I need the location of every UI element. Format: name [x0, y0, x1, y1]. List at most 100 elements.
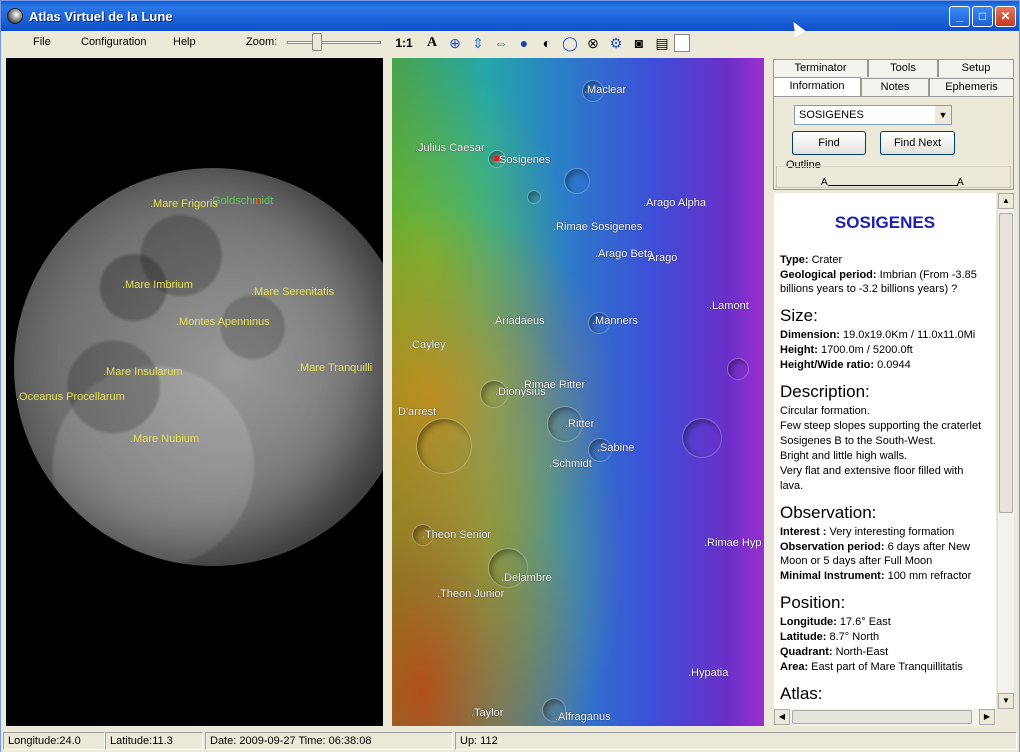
zoom-slider-track[interactable] — [287, 41, 381, 44]
find-next-button[interactable]: Find Next — [880, 131, 955, 155]
tab-setup[interactable]: Setup — [938, 59, 1014, 77]
menu-configuration[interactable]: Configuration — [81, 36, 146, 48]
close-button[interactable]: ✕ — [995, 6, 1016, 27]
moon-label[interactable]: .Mare Frigoris — [150, 198, 218, 210]
formation-select[interactable]: SOSIGENES ▼ — [794, 105, 952, 125]
moon-app-icon — [7, 8, 23, 24]
minimize-button[interactable]: _ — [949, 6, 970, 27]
moon-globe-view[interactable]: Goldschmidt .Mare Frigoris .Mare Imbrium… — [6, 58, 383, 726]
crater-label[interactable]: .Schmidt — [549, 458, 592, 470]
height-value: 1700.0m / 5200.0ft — [817, 344, 913, 356]
crater-label[interactable]: .Theon Senior — [422, 529, 491, 541]
maximize-button[interactable]: □ — [972, 6, 993, 27]
scroll-left-arrow-icon[interactable]: ◀ — [774, 709, 790, 725]
camera-icon[interactable]: ◙ — [628, 33, 650, 53]
crater-label[interactable]: .Arago Alpha — [643, 197, 706, 209]
moon-label[interactable]: .Mare Tranquilli — [297, 362, 372, 374]
description-line: Sosigenes B to the South-West. — [780, 435, 936, 447]
outline-a-start: A — [821, 177, 828, 188]
crater-label[interactable]: .Rimae Hyp — [704, 537, 761, 549]
menu-help[interactable]: Help — [173, 36, 196, 48]
tab-tools[interactable]: Tools — [868, 59, 938, 77]
crater-label[interactable]: .Sosigenes — [496, 154, 550, 166]
grid-globe-icon[interactable]: ⊗ — [582, 33, 604, 53]
scroll-right-arrow-icon[interactable]: ▶ — [979, 709, 995, 725]
labels-button[interactable]: A — [421, 33, 443, 53]
crater-label[interactable]: .Delambre — [501, 572, 552, 584]
moon-label[interactable]: .Mare Serenitatis — [251, 286, 334, 298]
zoom-slider-thumb[interactable] — [312, 33, 322, 51]
crater-label[interactable]: .Ariadaeus — [492, 315, 545, 327]
tab-notes[interactable]: Notes — [861, 78, 929, 96]
obs-period-label: Observation period: — [780, 541, 885, 553]
area-value: East part of Mare Tranquillitatis — [808, 661, 963, 673]
crater-mark — [416, 418, 472, 474]
chevron-down-icon[interactable]: ▼ — [935, 106, 951, 124]
crater-mark — [527, 190, 541, 204]
crater-label[interactable]: .Arago Beta — [595, 248, 653, 260]
moon-label[interactable]: .Mare Insularum — [103, 366, 182, 378]
status-latitude: Latitude:11.3 — [105, 732, 203, 750]
phase-icon[interactable]: ◐ — [536, 33, 558, 53]
ratio-value: 0.0944 — [874, 359, 911, 371]
crater-label[interactable]: .Alfraganus — [555, 711, 611, 723]
quadrant-value: North-East — [832, 646, 889, 658]
type-value: Crater — [808, 254, 843, 266]
longitude-value: 17.6° East — [836, 616, 891, 628]
area-label: Area: — [780, 661, 809, 673]
crater-label[interactable]: Arago — [648, 252, 677, 264]
outline-line — [828, 185, 958, 186]
vertical-scrollbar[interactable]: ▲ ▼ — [997, 193, 1014, 709]
crater-label[interactable]: .Hypatia — [688, 667, 728, 679]
moon-label[interactable]: .Montes Apenninus — [176, 316, 270, 328]
crater-label[interactable]: .Dionysius — [495, 386, 546, 398]
scroll-thumb[interactable] — [999, 213, 1013, 513]
calendar-icon[interactable]: ▤ — [651, 33, 673, 53]
crater-mark — [564, 168, 590, 194]
formation-title: SOSIGENES — [834, 213, 936, 232]
tab-ephemeris[interactable]: Ephemeris — [929, 78, 1014, 96]
tab-information[interactable]: Information — [773, 77, 861, 97]
crater-label[interactable]: .Manners — [592, 315, 638, 327]
new-page-icon[interactable] — [674, 34, 690, 52]
crater-label[interactable]: .Maclear — [584, 84, 626, 96]
crosshair-icon[interactable]: ⊕ — [444, 33, 466, 53]
height-label: Height: — [780, 344, 818, 356]
moon-label[interactable]: .Oceanus Procellarum — [16, 391, 125, 403]
information-content: SOSIGENES Type: Crater Geological period… — [774, 193, 996, 709]
orbit-icon[interactable]: ◯ — [559, 33, 581, 53]
crater-label[interactable]: D'arrest — [398, 406, 436, 418]
moon-label[interactable]: .Mare Imbrium — [122, 279, 193, 291]
crater-label[interactable]: .Theon Junior — [437, 588, 504, 600]
elevation-map-view[interactable]: .Maclear .Julius Caesar .Sosigenes .Arag… — [392, 58, 764, 726]
crater-label[interactable]: .Lamont — [709, 300, 749, 312]
globe-color-icon[interactable]: ● — [513, 33, 535, 53]
one-to-one-button[interactable]: 1:1 — [393, 33, 415, 53]
description-line: Very flat and extensive floor filled wit… — [780, 465, 964, 477]
flip-vertical-icon[interactable]: ⇕ — [467, 33, 489, 53]
size-heading: Size: — [780, 306, 818, 325]
description-line: Few steep slopes supporting the craterle… — [780, 420, 982, 432]
description-line: lava. — [780, 480, 804, 492]
crater-label[interactable]: .Ritter — [565, 418, 594, 430]
crater-label[interactable]: .Rimae Sosigenes — [553, 221, 642, 233]
description-line: Circular formation. — [780, 405, 870, 417]
tab-terminator[interactable]: Terminator — [773, 59, 868, 77]
moon-label[interactable]: .Mare Nubium — [130, 433, 199, 445]
crater-label[interactable]: .Julius Caesar — [415, 142, 485, 154]
status-datetime: Date: 2009-09-27 Time: 06:38:08 — [205, 732, 453, 750]
type-label: Type: — [780, 254, 809, 266]
settings-gear-icon[interactable]: ⚙ — [605, 33, 627, 53]
menu-file[interactable]: File — [33, 36, 51, 48]
zoom-label: Zoom: — [246, 36, 278, 48]
crater-label[interactable]: .Taylor — [471, 707, 503, 719]
horizontal-scrollbar[interactable]: ◀ ▶ — [774, 709, 996, 726]
scroll-down-arrow-icon[interactable]: ▼ — [998, 693, 1014, 709]
scroll-up-arrow-icon[interactable]: ▲ — [998, 193, 1014, 209]
hscroll-thumb[interactable] — [792, 710, 972, 724]
crater-label[interactable]: .Cayley — [409, 339, 446, 351]
title-bar[interactable]: Atlas Virtuel de la Lune _ □ ✕ — [1, 1, 1019, 31]
find-button[interactable]: Find — [792, 131, 866, 155]
crater-label[interactable]: .Sabine — [597, 442, 634, 454]
flip-horizontal-icon[interactable]: ⇔ — [490, 33, 512, 53]
